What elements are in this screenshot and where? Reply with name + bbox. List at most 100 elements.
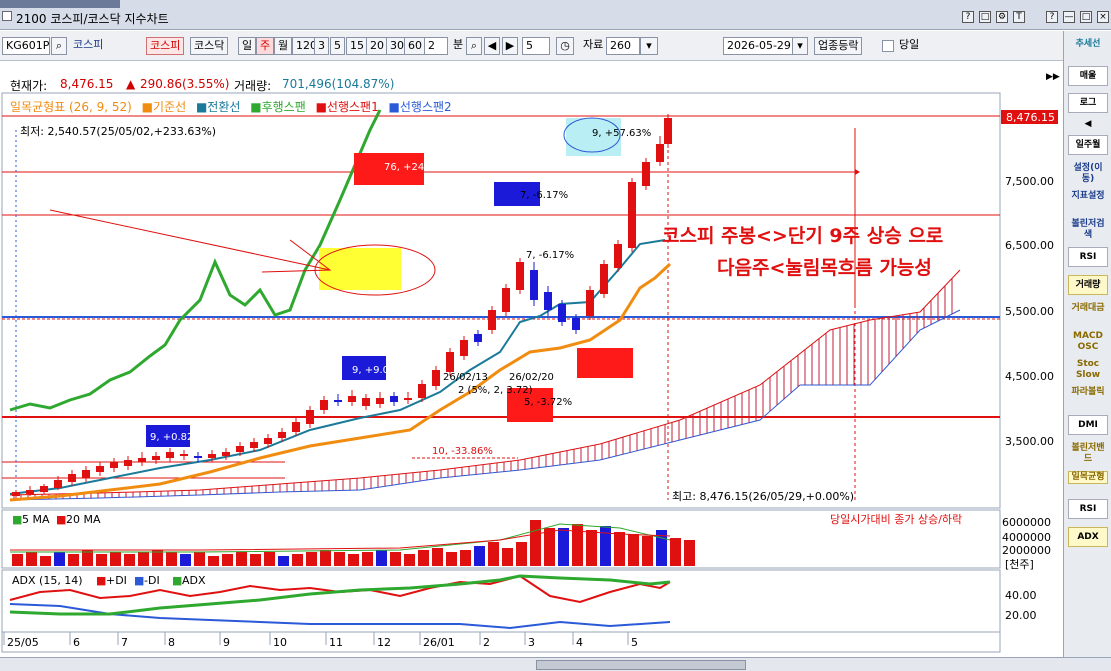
low-annotation: 최저: 2,540.57(25/05/02,+233.63%) (20, 125, 216, 138)
time-label: 3 (528, 636, 535, 649)
window-tabs[interactable] (0, 0, 120, 8)
time-label: 25/05 (7, 636, 39, 649)
candle-body (404, 398, 412, 400)
sidebar-volume[interactable]: 거래량 (1068, 275, 1108, 295)
code-input[interactable]: KG601P (2, 37, 50, 55)
step-input[interactable]: 5 (522, 37, 550, 55)
sidebar-settings[interactable]: 설정(이동) (1068, 163, 1108, 185)
sidebar-period[interactable]: 일주월 (1068, 135, 1108, 155)
volume-legend-swatch: ■ (56, 513, 66, 526)
current-price-tag-text: 8,476.15 (1006, 111, 1055, 124)
sidebar-rsi2[interactable]: RSI (1068, 499, 1108, 519)
same-day-checkbox[interactable] (882, 40, 894, 52)
time-axis-frame (1, 631, 1001, 653)
candle-body (348, 396, 356, 402)
sidebar-item[interactable]: 매울 (1068, 66, 1108, 86)
price-tick: 6,500.00 (1005, 239, 1054, 252)
collapse-icon[interactable]: ◀ (1068, 119, 1108, 130)
volume-bar (404, 554, 415, 566)
prev-icon[interactable]: ◀ (484, 37, 500, 55)
sidebar-adx[interactable]: ADX (1068, 527, 1108, 547)
clock-icon[interactable]: ◷ (556, 37, 574, 55)
adx-title: ADX (15, 14) (12, 574, 83, 587)
sidebar-macd[interactable]: MACD OSC (1068, 331, 1108, 353)
period-20[interactable]: 20 (366, 37, 388, 55)
sidebar-bollinger-search[interactable]: 볼린저검색 (1068, 219, 1108, 241)
adx-tick: 40.00 (1005, 589, 1037, 602)
volume-bar (628, 534, 639, 566)
candle-body (376, 398, 384, 404)
annotation-text: 5, -3.72% (524, 397, 572, 408)
candle-body (614, 244, 622, 268)
chevron-down-icon[interactable]: ▾ (640, 37, 658, 55)
sidebar-rsi[interactable]: RSI (1068, 247, 1108, 267)
price-tick: 3,500.00 (1005, 435, 1054, 448)
sidebar-dmi[interactable]: DMI (1068, 415, 1108, 435)
kospi-button[interactable]: 코스피 (146, 37, 185, 55)
zoom-icon[interactable]: ⌕ (466, 37, 482, 55)
sidebar-stoch[interactable]: Stoc Slow (1068, 359, 1108, 381)
period-3[interactable]: 3 (314, 37, 329, 55)
restore-icon[interactable]: □ (979, 11, 991, 23)
sidebar-ichimoku[interactable]: 일목균형 (1068, 471, 1108, 484)
annotation-box-red (577, 348, 633, 378)
minute-input[interactable]: 2 (424, 37, 448, 55)
volume-bar (530, 520, 541, 566)
period-day[interactable]: 일 (238, 37, 257, 55)
candle-body (488, 310, 496, 330)
candle-body (138, 458, 146, 462)
volume-bar (460, 550, 471, 566)
data-label: 자료 (583, 38, 604, 51)
sidebar-trendline[interactable]: 추세선 (1068, 39, 1108, 50)
candle-body (656, 144, 664, 162)
annotation-text: 7, -6.17% (526, 250, 574, 261)
volume-bar (180, 554, 191, 566)
sidebar-parabolic[interactable]: 파라볼릭 (1068, 387, 1108, 398)
sidebar-indicator-settings[interactable]: 지표설정 (1068, 191, 1108, 202)
settings-icon[interactable]: ⚙ (996, 11, 1008, 23)
sidebar-amount[interactable]: 거래대금 (1068, 303, 1108, 314)
volume-bar (614, 532, 625, 566)
date-select[interactable]: 2026-05-29 (723, 37, 793, 55)
period-week[interactable]: 주 (256, 37, 275, 55)
candle-body (250, 442, 258, 448)
scroll-thumb[interactable] (536, 660, 746, 670)
period-15[interactable]: 15 (346, 37, 368, 55)
date-chevron-icon[interactable]: ▾ (792, 37, 808, 55)
candle-body (306, 410, 314, 424)
magnifier-icon[interactable]: ⌕ (51, 37, 67, 55)
period-60[interactable]: 60 (404, 37, 426, 55)
close-icon[interactable]: × (1097, 11, 1109, 23)
sidebar-item[interactable]: 로그 (1068, 93, 1108, 113)
annotation-text: 7, -6.17% (520, 190, 568, 201)
candle-body (664, 118, 672, 144)
price-tick: 5,500.00 (1005, 305, 1054, 318)
candle-body (586, 290, 594, 316)
period-5[interactable]: 5 (330, 37, 345, 55)
maximize-icon[interactable]: □ (1080, 11, 1092, 23)
volume-bar (166, 552, 177, 566)
next-icon[interactable]: ▶ (502, 37, 518, 55)
data-count-select[interactable]: 260 (606, 37, 640, 55)
period-month[interactable]: 월 (274, 37, 293, 55)
adx-legend-swatch: ■ (172, 574, 182, 587)
sector-button[interactable]: 업종등락 (814, 37, 863, 55)
help2-icon[interactable]: ? (1046, 11, 1058, 23)
candle-body (278, 432, 286, 438)
help-icon[interactable]: ? (962, 11, 974, 23)
candle-body (320, 400, 328, 410)
sidebar-bollinger[interactable]: 볼린저밴드 (1068, 443, 1108, 465)
candle-body (572, 318, 580, 330)
candle-body (194, 456, 202, 458)
minimize-icon[interactable]: — (1063, 11, 1075, 23)
bottom-scrollbar[interactable] (0, 657, 1111, 671)
candle-body (628, 182, 636, 248)
price-chart[interactable]: 76, +248.42% 7, -6.17% 7, -6.17% 9, +57.… (0, 68, 1063, 658)
adx-legend-swatch: ■ (96, 574, 106, 587)
kosdaq-button[interactable]: 코스닥 (190, 37, 229, 55)
text-icon[interactable]: T (1013, 11, 1025, 23)
time-axis: 25/05 6 7 8 9 10 11 12 26/01 2 3 4 5 (3, 632, 638, 649)
adx-legend-swatch: ■ (134, 574, 144, 587)
volume-bar (222, 554, 233, 566)
volume-bar (96, 554, 107, 566)
